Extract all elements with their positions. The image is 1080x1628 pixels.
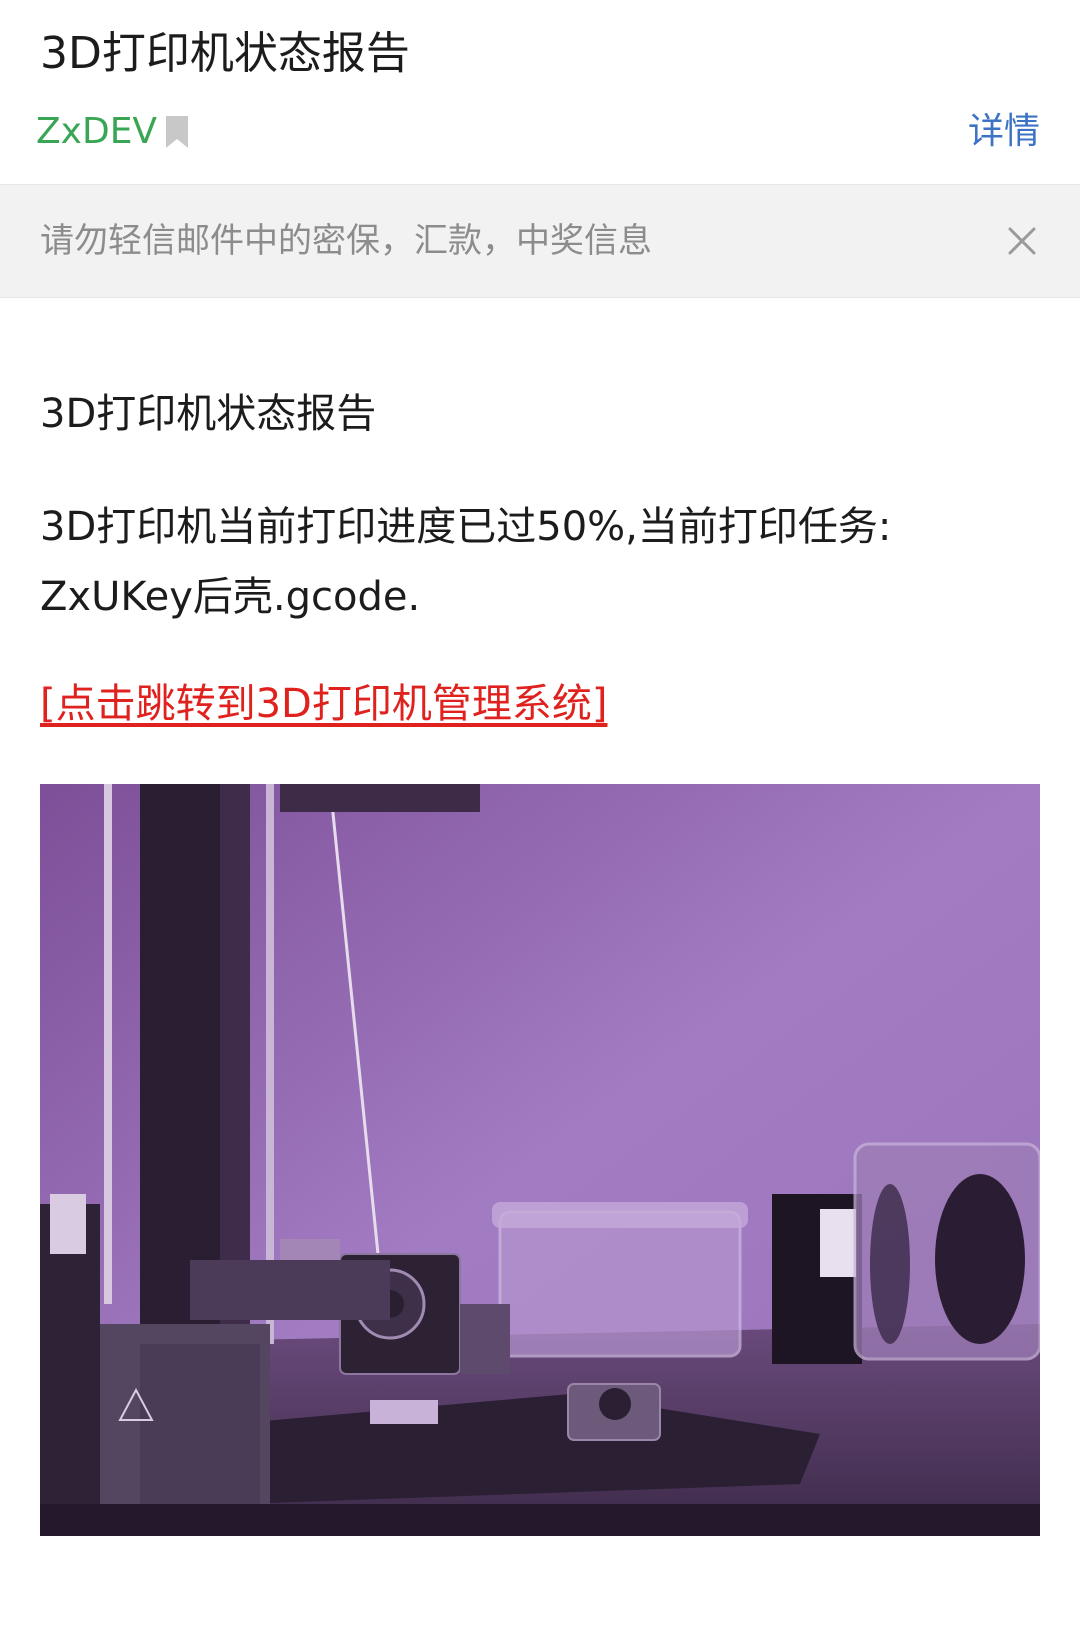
printer-admin-link[interactable]: [点击跳转到3D打印机管理系统] (40, 674, 607, 734)
details-button[interactable]: 详情 (968, 106, 1040, 158)
bookmark-icon (166, 116, 189, 148)
paragraph-line-2: ZxUKey后壳.gcode. (40, 574, 421, 620)
mail-subject: 3D打印机状态报告 (40, 28, 410, 79)
security-warning-bar: 请勿轻信邮件中的密保，汇款，中奖信息 (0, 184, 1080, 298)
body-title: 3D打印机状态报告 (40, 391, 377, 437)
paragraph-line-1: 3D打印机当前打印进度已过50%,当前打印任务: (40, 504, 892, 550)
body-paragraph: 3D打印机当前打印进度已过50%,当前打印任务: ZxUKey后壳.gcode. (40, 492, 1040, 632)
sender-name[interactable]: ZxDEV (36, 106, 157, 158)
sender-row[interactable]: ZxDEV (36, 106, 189, 158)
printer-camera-photo (40, 784, 1040, 1536)
close-icon[interactable] (1004, 223, 1040, 259)
mail-header: 3D打印机状态报告 ZxDEV 详情 (0, 0, 1080, 184)
camera-photo-illustration (40, 784, 1040, 1536)
warning-text: 请勿轻信邮件中的密保，汇款，中奖信息 (40, 221, 652, 261)
